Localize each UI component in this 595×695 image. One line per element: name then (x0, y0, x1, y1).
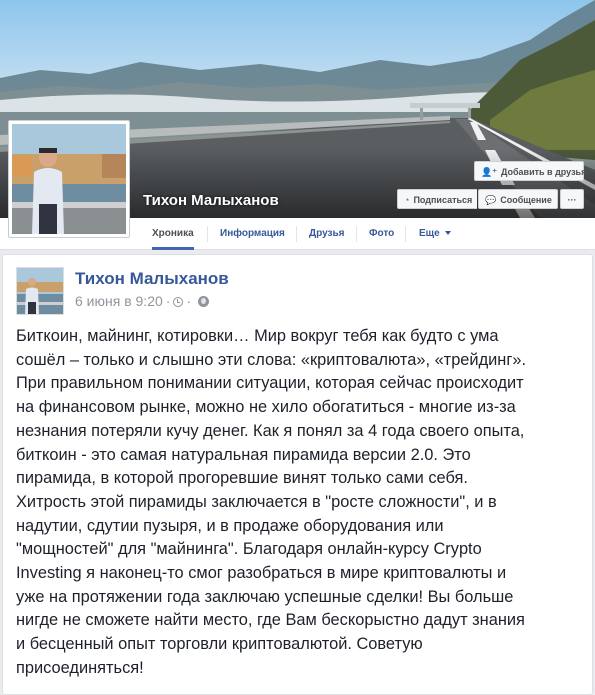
chevron-down-icon (444, 231, 451, 236)
post-body: Биткоин, майнинг, котировки… Мир вокруг … (16, 327, 526, 677)
profile-picture[interactable] (8, 120, 130, 238)
more-label: ··· (567, 195, 577, 205)
timeline-post: Тихон Малыханов 6 июня в 9:20 · · Биткоин,… (2, 254, 593, 695)
post-author-avatar-image (17, 268, 63, 314)
tab-divider (207, 226, 208, 242)
follow-button[interactable]: ◔ Подписаться (397, 189, 477, 209)
follow-label: Подписаться (413, 195, 473, 205)
tab-photos[interactable]: Фото (369, 218, 394, 249)
tab-more[interactable]: Еще (419, 218, 451, 249)
message-button[interactable]: 💬 Сообщение (478, 189, 558, 209)
add-friend-button[interactable]: 👤⁺ Добавить в друзья (474, 161, 587, 181)
profile-photo-image (12, 124, 126, 234)
globe-icon[interactable] (198, 296, 210, 307)
tab-friends[interactable]: Друзья (309, 218, 344, 249)
messenger-icon: 💬 (485, 195, 497, 205)
rss-icon: ◔ (404, 195, 410, 205)
add-friend-label: Добавить в друзья (500, 167, 587, 177)
post-meta: 6 июня в 9:20 · · (75, 293, 210, 309)
clock-icon (173, 297, 184, 307)
tab-divider (405, 226, 406, 242)
post-timestamp[interactable]: 6 июня в 9:20 (75, 293, 163, 309)
add-friend-icon: 👤⁺ (481, 167, 497, 177)
profile-photo (12, 124, 126, 234)
tab-timeline[interactable]: Хроника (152, 218, 194, 250)
post-author-name[interactable]: Тихон Малыханов (75, 269, 229, 289)
tab-divider (356, 226, 357, 242)
profile-name[interactable]: Тихон Малыханов (143, 192, 279, 209)
more-button[interactable]: ··· (560, 189, 584, 209)
message-label: Сообщение (500, 195, 552, 205)
post-author-avatar[interactable] (16, 267, 64, 315)
meta-separator: · (165, 293, 171, 309)
tab-about[interactable]: Информация (220, 218, 285, 249)
meta-separator: · (186, 293, 192, 309)
tab-divider (296, 226, 297, 242)
